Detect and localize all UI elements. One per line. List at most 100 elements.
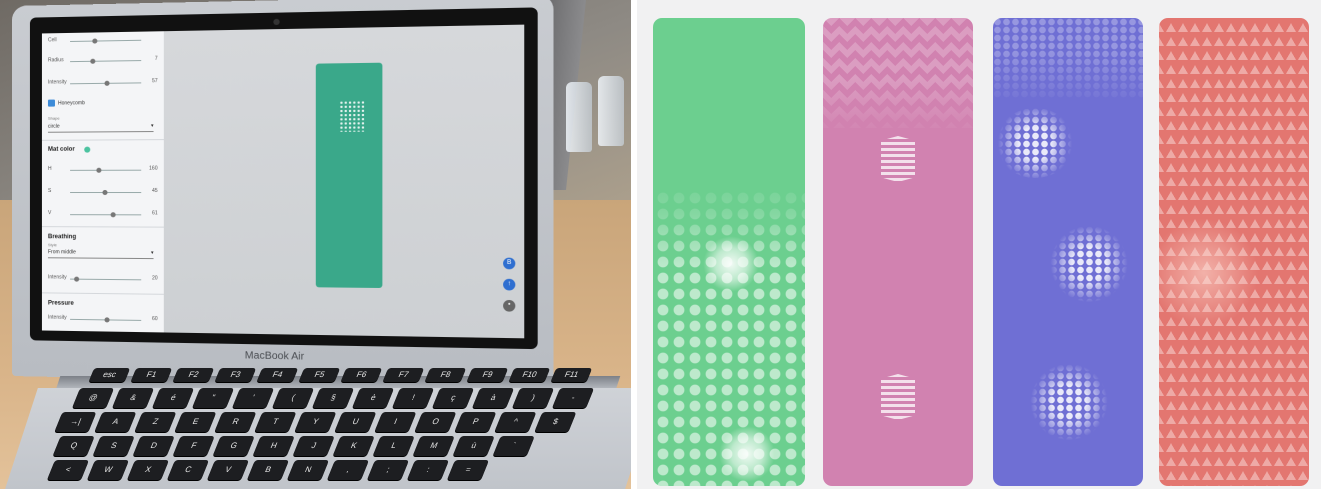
keyboard-key[interactable]: F2 [172,368,215,382]
water-bottle [566,82,592,152]
keyboard-key[interactable]: F11 [550,368,593,382]
keyboard-key[interactable]: D [132,436,175,456]
slider-breathing-intensity[interactable]: Intensity 20 [48,274,158,285]
keyboard-key[interactable]: H [252,436,295,456]
laptop-bezel: Cell Radius 7 Intensity 57 Honeycomb Sha… [29,7,538,350]
chevron-down-icon: ▾ [150,249,154,257]
keyboard-key[interactable]: , [326,460,370,480]
keyboard-key[interactable]: @ [72,388,115,408]
keyboard: esc F1 F2 F3 F4 F5 F6 F7 F8 F9 F10 F11 @ & é " '(§ è! ç à) -… [46,368,631,488]
keyboard-key[interactable]: F5 [298,368,341,382]
keyboard-key[interactable]: F [172,436,215,456]
keyboard-key[interactable]: P [454,412,497,432]
keyboard-key[interactable]: $ [534,412,577,432]
keyboard-key[interactable]: F8 [424,368,467,382]
keyboard-key[interactable]: F9 [466,368,509,382]
keyboard-key[interactable]: S [92,436,135,456]
keyboard-key[interactable]: F3 [214,368,257,382]
mat-color-swatch [84,146,91,153]
keyboard-key[interactable]: F10 [508,368,551,382]
breathing-style-label: Style [47,242,57,248]
mat-color-heading: Mat color [47,146,75,153]
keyboard-key[interactable]: V [206,460,250,480]
keyboard-key[interactable]: < [46,460,90,480]
webcam [273,18,280,26]
mat-pink-chevrons [823,18,973,486]
keyboard-key[interactable]: ; [366,460,410,480]
keyboard-key[interactable]: Q [52,436,95,456]
keyboard-key[interactable]: C [166,460,210,480]
pressure-chevron-highlight [881,136,915,182]
keyboard-key[interactable]: ù [452,436,495,456]
keyboard-key[interactable]: : [406,460,450,480]
keyboard-key[interactable]: W [86,460,130,480]
keyboard-key[interactable]: F7 [382,368,425,382]
keyboard-key[interactable]: N [286,460,330,480]
shape-select[interactable]: circle ▾ [47,122,154,133]
slider-saturation[interactable]: S 45 [48,188,158,198]
keyboard-key[interactable]: X [126,460,170,480]
pattern-fade [993,48,1143,108]
keyboard-key[interactable]: M [412,436,455,456]
keyboard-key[interactable]: T [254,412,297,432]
keyboard-key[interactable]: ^ [494,412,537,432]
keyboard-key[interactable]: esc [88,368,131,382]
keyboard-key[interactable]: J [292,436,335,456]
keyboard-key[interactable]: à [472,388,515,408]
keyboard-key[interactable]: - [552,388,595,408]
keyboard-key[interactable]: Z [134,412,177,432]
fab-button[interactable]: B [503,257,516,270]
keyboard-key[interactable]: L [372,436,415,456]
keyboard-key[interactable]: B [246,460,290,480]
mat-preview-pattern [339,100,366,132]
keyboard-key[interactable]: F4 [256,368,299,382]
slider-cell[interactable]: Cell [48,35,158,47]
slider-radius[interactable]: Radius 7 [48,56,158,68]
honeycomb-label: Honeycomb [57,100,85,107]
mat-designs [637,0,1321,489]
shape-label: Shape [47,115,60,121]
laptop-lid: Cell Radius 7 Intensity 57 Honeycomb Sha… [12,0,554,388]
breathing-style-select[interactable]: From middle ▾ [47,249,154,260]
keyboard-key[interactable]: A [94,412,137,432]
keyboard-key[interactable]: = [446,460,490,480]
laptop-brand-label: MacBook Air [244,350,305,363]
pressure-glow [703,236,759,292]
pattern-fade [823,78,973,138]
keyboard-key[interactable]: U [334,412,377,432]
slider-pressure-intensity[interactable]: Intensity 60 [48,315,158,327]
keyboard-key[interactable]: F1 [130,368,173,382]
slider-intensity[interactable]: Intensity 57 [48,78,158,89]
keyboard-key[interactable]: Y [294,412,337,432]
fab-button[interactable]: ↑ [503,278,516,291]
keyboard-key[interactable]: ) [512,388,555,408]
preview-canvas: B ↑ • [163,24,525,339]
fab-button[interactable]: • [503,299,516,312]
keyboard-key[interactable]: ç [432,388,475,408]
keyboard-key[interactable]: F6 [340,368,383,382]
keyboard-key[interactable]: " [192,388,235,408]
keyboard-key[interactable]: →| [54,412,97,432]
keyboard-key[interactable]: I [374,412,417,432]
pressure-honeycomb-glow [1049,226,1129,302]
keyboard-key[interactable]: ( [272,388,315,408]
pressure-honeycomb-glow [995,108,1075,178]
slider-hue[interactable]: H 160 [48,166,158,176]
keyboard-key[interactable]: è [352,388,395,408]
keyboard-key[interactable]: § [312,388,355,408]
keyboard-key[interactable]: R [214,412,257,432]
keyboard-key[interactable]: ` [492,436,535,456]
honeycomb-checkbox[interactable] [47,99,55,107]
keyboard-key[interactable]: E [174,412,217,432]
slider-value[interactable]: V 61 [48,210,158,220]
laptop-screen: Cell Radius 7 Intensity 57 Honeycomb Sha… [41,24,525,339]
settings-panel: Cell Radius 7 Intensity 57 Honeycomb Sha… [41,31,165,333]
keyboard-key[interactable]: & [112,388,155,408]
keyboard-key[interactable]: G [212,436,255,456]
keyboard-key[interactable]: é [152,388,195,408]
keyboard-key[interactable]: K [332,436,375,456]
keyboard-key[interactable]: ' [232,388,275,408]
keyboard-key[interactable]: ! [392,388,435,408]
breathing-heading: Breathing [47,234,77,241]
keyboard-key[interactable]: O [414,412,457,432]
